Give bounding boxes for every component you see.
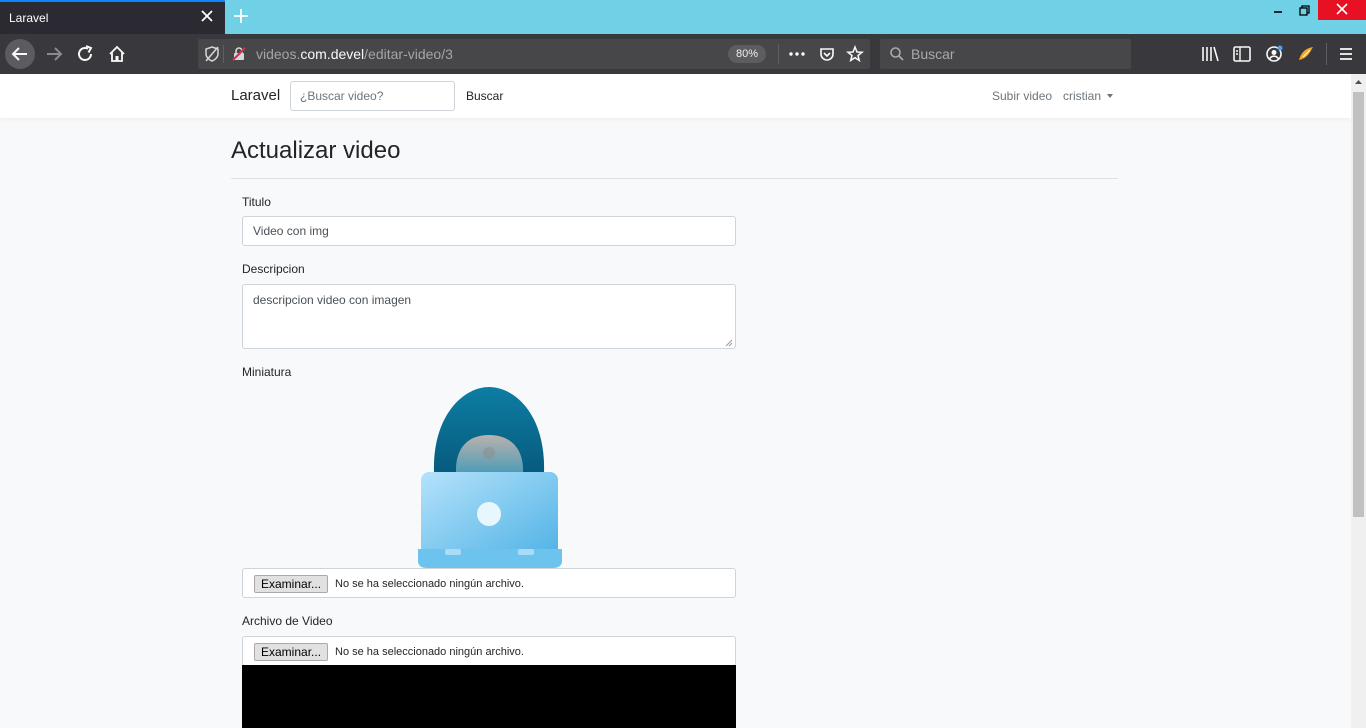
resize-grip-icon[interactable] (723, 337, 733, 347)
url-subdomain: videos. (256, 46, 301, 62)
search-button[interactable]: Buscar (466, 89, 503, 103)
library-icon[interactable] (1200, 45, 1220, 63)
back-arrow-icon (11, 47, 27, 61)
user-name: cristian (1063, 89, 1102, 103)
url-domain: com.devel (300, 46, 365, 62)
scrollbar-thumb[interactable] (1353, 92, 1364, 517)
url-path: /editar-video/3 (364, 46, 453, 62)
insecure-lock-icon[interactable] (231, 46, 247, 62)
search-placeholder: Buscar (911, 46, 955, 62)
url-text[interactable]: videos.com.devel/editar-video/3 (256, 46, 453, 62)
description-label: Descripcion (242, 262, 305, 276)
minimize-icon[interactable] (1268, 4, 1288, 18)
thumbnail-browse-button[interactable]: Examinar... (254, 575, 329, 593)
video-file-input[interactable]: Examinar... No se ha seleccionado ningún… (242, 636, 736, 666)
title-divider (231, 178, 1118, 179)
window-close-icon (1336, 3, 1348, 15)
brand-link[interactable]: Laravel (231, 87, 280, 104)
active-tab[interactable]: Laravel (0, 0, 225, 34)
thumbnail-file-input[interactable]: Examinar... No se ha seleccionado ningún… (242, 568, 736, 598)
page-scrollbar[interactable] (1351, 74, 1366, 728)
home-icon[interactable] (103, 40, 131, 68)
hamburger-menu-icon[interactable] (1337, 45, 1355, 63)
user-dropdown[interactable]: cristian (1063, 89, 1114, 103)
title-input[interactable] (242, 216, 736, 246)
page-title: Actualizar video (231, 137, 401, 164)
sidebar-icon[interactable] (1232, 45, 1252, 63)
tab-title: Laravel (9, 11, 49, 25)
video-search-input[interactable] (290, 81, 455, 111)
page-actions-icon[interactable] (788, 46, 806, 62)
video-file-status: No se ha seleccionado ningún archivo. (335, 646, 524, 658)
toolbar-divider (1326, 43, 1327, 65)
search-icon (890, 47, 904, 61)
description-textarea[interactable]: descripcion video con imagen (242, 284, 736, 349)
video-file-label: Archivo de Video (242, 614, 333, 628)
title-label: Titulo (242, 195, 271, 209)
pocket-icon[interactable] (818, 45, 836, 63)
forward-arrow-icon[interactable] (40, 40, 68, 68)
back-button[interactable] (5, 39, 35, 69)
restore-icon[interactable] (1294, 4, 1314, 18)
search-bar[interactable]: Buscar (880, 39, 1131, 69)
urlbar-divider (223, 45, 224, 63)
tab-strip: Laravel (0, 0, 1366, 34)
site-navbar: Laravel Buscar Subir video cristian (0, 74, 1351, 118)
scroll-up-arrow-icon[interactable] (1351, 74, 1366, 91)
video-browse-button[interactable]: Examinar... (254, 643, 329, 661)
window-close-button[interactable] (1318, 0, 1366, 20)
thumbnail-label: Miniatura (242, 365, 292, 379)
upload-video-link[interactable]: Subir video (992, 89, 1052, 103)
tracking-protection-icon[interactable] (203, 45, 221, 63)
address-bar[interactable]: videos.com.devel/editar-video/3 80% (198, 39, 870, 69)
zoom-indicator[interactable]: 80% (728, 45, 766, 63)
bookmark-star-icon[interactable] (846, 45, 864, 63)
dropdown-caret-icon (1107, 94, 1114, 98)
reload-icon[interactable] (71, 40, 99, 68)
thumbnail-image (418, 387, 562, 568)
browser-toolbar: videos.com.devel/editar-video/3 80% Busc… (0, 34, 1366, 74)
close-tab-icon[interactable] (199, 8, 215, 24)
account-icon[interactable] (1264, 44, 1284, 64)
extension-icon[interactable] (1296, 44, 1316, 64)
urlbar-separator (778, 44, 779, 64)
thumbnail-file-status: No se ha seleccionado ningún archivo. (335, 578, 524, 590)
video-player[interactable] (242, 665, 736, 728)
new-tab-icon[interactable] (232, 7, 250, 25)
